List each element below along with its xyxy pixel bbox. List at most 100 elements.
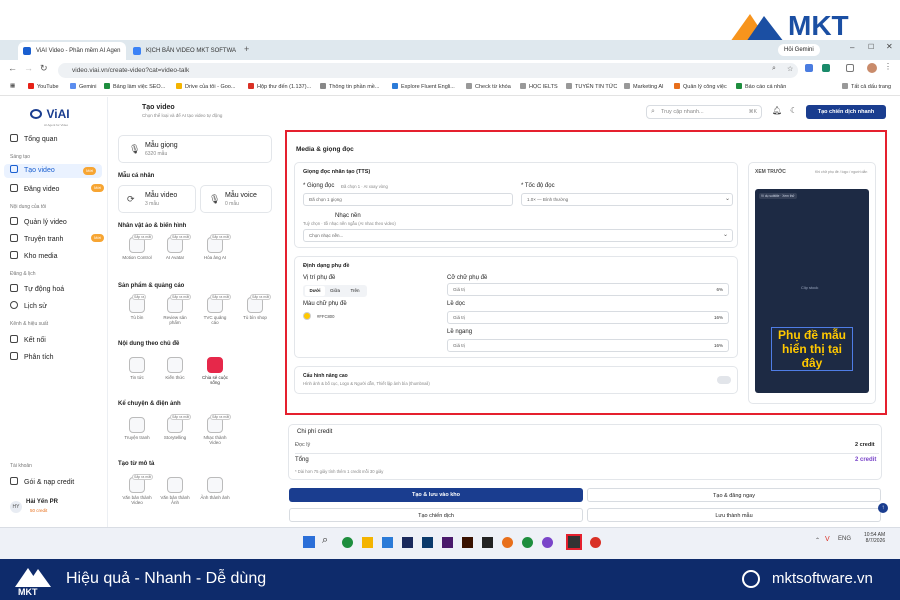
v-margin-input[interactable]: Giá trị 16% [447, 311, 729, 324]
position-middle[interactable]: Giữa [325, 286, 345, 296]
create-save-button[interactable]: Tạo & lưu vào kho [289, 488, 583, 502]
font-size-input[interactable]: Giá trị 6% [447, 283, 729, 296]
illustrator-icon[interactable] [462, 537, 473, 548]
chrome-profile-icon[interactable] [522, 537, 533, 548]
close-icon[interactable]: ✕ [886, 42, 893, 51]
back-icon[interactable]: ← [8, 63, 17, 73]
extension-icon[interactable] [805, 64, 813, 72]
photoshop-icon[interactable] [422, 537, 433, 548]
item-comics[interactable]: Truyện tranh [122, 417, 152, 440]
bookmark-tasks[interactable]: Quản lý công việc [674, 83, 727, 90]
item-tvc-ad[interactable]: Sắp ra mắt TVC quảng cáo [200, 294, 232, 325]
music-select[interactable]: Chọn nhạc nền... [303, 229, 733, 242]
address-bar[interactable]: video.viai.vn/create-video?cat=video-tal… [58, 63, 798, 78]
item-ai-transform[interactable]: Sắp ra mắt Hóa ảng AI [200, 234, 232, 260]
save-template-button[interactable]: Lưu thành mẫu [587, 508, 881, 522]
quick-search[interactable]: ⌕ Truy cập nhanh... ⌘K [646, 105, 762, 119]
item-music-video[interactable]: Sắp ra mắt Nhạc thành Video [200, 414, 232, 445]
reload-icon[interactable]: ↻ [40, 63, 48, 74]
adobe-icon[interactable] [442, 537, 453, 548]
all-bookmarks[interactable]: Tất cả dấu trang [842, 83, 891, 90]
advanced-card[interactable]: Cấu hình nâng cao Hình ảnh & bố cục, Log… [294, 366, 738, 394]
bookmark-keyword[interactable]: Check từ khóa [466, 83, 511, 90]
moon-icon[interactable]: ☾ [790, 106, 797, 115]
clock[interactable]: 10:54 AM 8/7/2026 [864, 532, 885, 544]
sidebar-item-post-video[interactable]: Đăng video Mới [10, 184, 108, 193]
item-image-to-image[interactable]: Ảnh thành ảnh [200, 477, 230, 500]
bookmark-star-icon[interactable]: ☆ [787, 65, 793, 73]
bookmark-marketing-ai[interactable]: Marketing AI [624, 83, 664, 90]
bell-icon[interactable]: 🔔︎ [772, 106, 782, 115]
create-campaign-button[interactable]: Tạo chiến dịch [289, 508, 583, 522]
premiere-icon[interactable] [402, 537, 413, 548]
gemini-button[interactable]: Hỏi Gemini [778, 44, 820, 56]
color-swatch[interactable] [303, 312, 311, 320]
bookmark-news[interactable]: TUYỂN TIN TỨC [566, 83, 617, 90]
bookmark-mail[interactable]: Hộp thư đến (1.137)... [248, 83, 311, 90]
sidebar-item-overview[interactable]: Tổng quan [10, 134, 57, 143]
item-storytelling[interactable]: Sắp ra mắt Storytelling [160, 414, 192, 440]
folder-icon[interactable] [362, 537, 373, 548]
extension-icon[interactable] [822, 64, 830, 72]
speed-select[interactable]: 1.0× — Bình thường [521, 193, 733, 206]
extensions-puzzle-icon[interactable] [846, 64, 854, 72]
sidebar-item-history[interactable]: Lịch sử [10, 301, 47, 310]
minimize-icon[interactable]: – [850, 43, 854, 52]
bookmark-fluent[interactable]: Explore Fluent Engli... [392, 83, 455, 90]
bookmark-seo[interactable]: Bảng làm việc SEO... [104, 83, 165, 90]
new-tab-icon[interactable]: + [244, 44, 249, 54]
viai-logo[interactable]: ViAI AI Agent for Video [30, 105, 70, 127]
item-news[interactable]: Tin tức [122, 357, 152, 380]
app-icon[interactable] [382, 537, 393, 548]
personal-video-template-card[interactable]: ⟳ Mẫu video 3 mẫu [118, 185, 196, 213]
sidebar-item-automation[interactable]: Tự động hoá [10, 284, 64, 293]
position-top[interactable]: Trên [345, 286, 365, 296]
chrome-profile-icon[interactable] [502, 537, 513, 548]
item-motion-control[interactable]: Sắp ra mắt Motion Control [122, 234, 154, 260]
item-ai-avatar[interactable]: Sắp ra mắt AI Avatar [160, 234, 192, 260]
item-text-to-video[interactable]: Sắp ra mắt Văn bản thành Video [122, 474, 154, 505]
bookmark-youtube[interactable]: YouTube [28, 83, 59, 90]
tray-chevron-icon[interactable]: ⌃ [815, 537, 820, 544]
bookmark-ielts[interactable]: HỌC IELTS [520, 83, 558, 90]
sidebar-item-media[interactable]: Kho media [10, 251, 57, 260]
h-margin-input[interactable]: Giá trị 16% [447, 339, 729, 352]
bookmark-drive[interactable]: Drive của tôi - Goo... [176, 83, 235, 90]
sidebar-item-analytics[interactable]: Phân tích [10, 352, 54, 361]
browser-tab-viai[interactable]: ViAI Video - Phần mềm AI Agen [18, 42, 126, 60]
apps-icon[interactable]: ▦ [10, 83, 15, 89]
capcut-icon[interactable] [482, 537, 493, 548]
more-menu-icon[interactable]: ⋮ [884, 62, 892, 71]
bookmark-report[interactable]: Báo cáo cá nhân [736, 83, 786, 90]
advanced-toggle[interactable] [717, 376, 731, 384]
active-app-icon[interactable] [566, 534, 582, 550]
maximize-icon[interactable]: ☐ [868, 43, 874, 51]
voice-sample-card[interactable]: 🎙︎ Mẫu giọng 6320 mẫu [118, 135, 272, 163]
chrome-profile-icon[interactable] [542, 537, 553, 548]
item-product-review[interactable]: Sắp ra mắt Review sản phẩm [160, 294, 192, 325]
user-avatar[interactable]: HY [10, 501, 22, 513]
browser-tab-script[interactable]: KỊCH BẢN VIDEO MKT SOFTWA [128, 42, 238, 60]
item-shop[interactable]: Sắp ra mắt Tù bìn shop [240, 294, 272, 320]
sidebar-item-create-video[interactable]: Tạo video Mới [4, 164, 102, 178]
bookmark-software[interactable]: Thông tin phần mề... [320, 83, 379, 90]
personal-voice-template-card[interactable]: 🎙︎ Mẫu voice 0 mẫu [200, 185, 272, 213]
create-post-button[interactable]: Tạo & đăng ngay [587, 488, 881, 502]
item-life-sharing[interactable]: Chia sẻ cuộc sống [200, 357, 230, 385]
tray-app-icon[interactable]: V [825, 536, 830, 543]
quick-campaign-button[interactable]: Tạo chiến dịch nhanh [806, 105, 886, 119]
item-text-to-image[interactable]: Văn bản thành Ảnh [160, 477, 190, 505]
windows-start-icon[interactable] [303, 536, 315, 548]
scroll-top-icon[interactable]: ↑ [878, 503, 888, 513]
item-product-1[interactable]: Sắp ra Tù bìn [122, 294, 152, 320]
chrome-icon[interactable] [342, 537, 353, 548]
bookmark-gemini[interactable]: Gemini [70, 83, 96, 90]
sidebar-item-manage-video[interactable]: Quản lý video [10, 217, 67, 226]
position-bottom[interactable]: Dưới [305, 286, 325, 296]
profile-avatar[interactable] [867, 63, 877, 73]
chrome-profile-icon[interactable] [590, 537, 601, 548]
sidebar-item-connect[interactable]: Kết nối [10, 335, 46, 344]
search-icon[interactable]: ⌕ [772, 65, 776, 73]
search-icon[interactable]: ⌕ [322, 534, 328, 547]
sidebar-item-credit[interactable]: Gói & nạp credit [10, 477, 74, 486]
